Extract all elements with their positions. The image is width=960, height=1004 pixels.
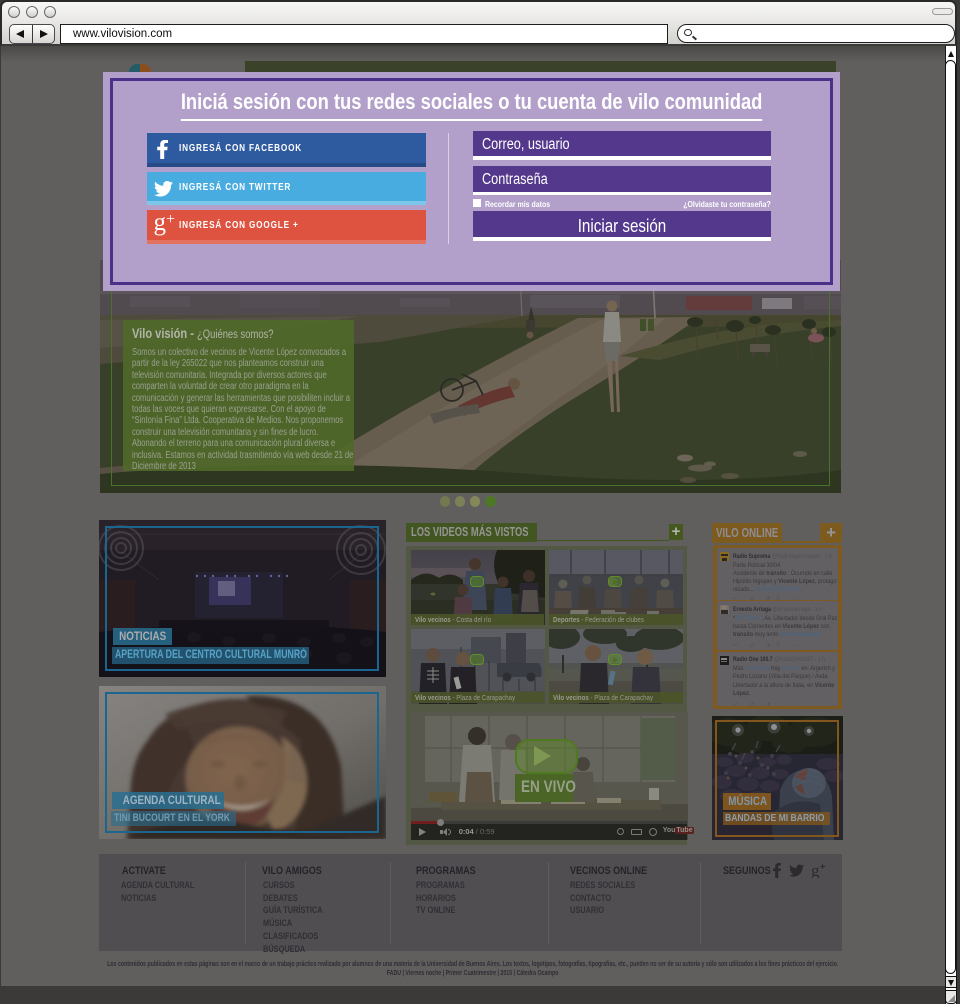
svg-text:+: + bbox=[820, 863, 825, 872]
svg-text:g: g bbox=[811, 863, 820, 878]
